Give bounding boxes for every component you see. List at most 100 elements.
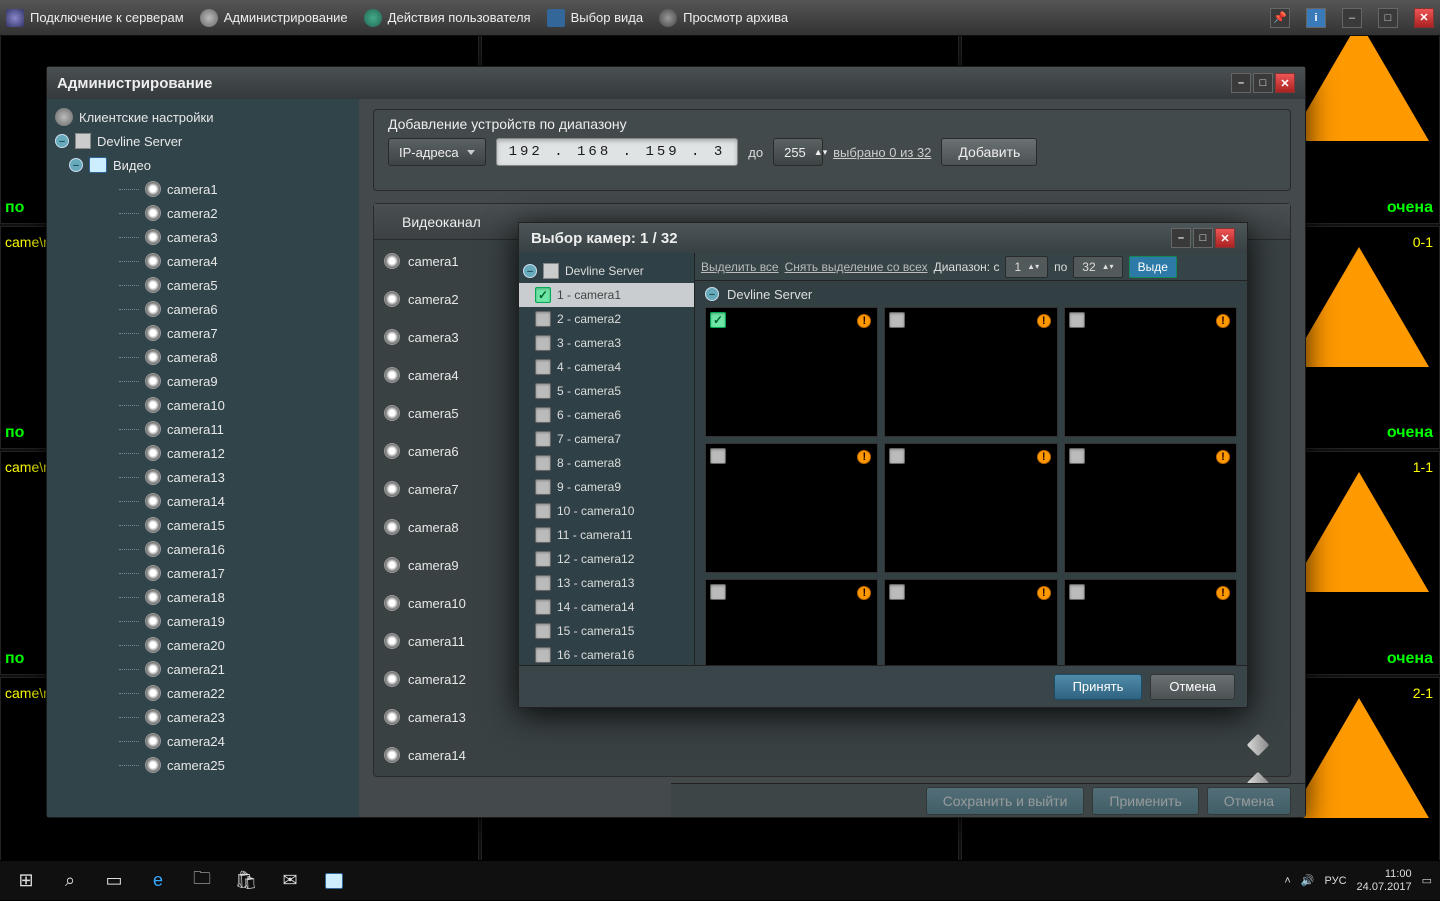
checkbox[interactable] [535,527,551,543]
checkbox[interactable] [889,312,905,328]
channel-row[interactable]: camera7 [374,470,490,508]
dlg-close-button[interactable]: ✕ [1215,228,1235,248]
tree-camera[interactable]: camera23 [49,705,359,729]
camera-thumbnail[interactable]: ! [884,443,1057,573]
collapse-icon[interactable]: – [523,264,537,278]
tb-connect[interactable]: Подключение к серверам [6,9,184,27]
tree-client-settings[interactable]: Клиентские настройки [49,105,359,129]
range-select-button[interactable]: Выде [1129,256,1177,278]
channel-row[interactable]: camera1 [374,242,490,280]
tree-camera[interactable]: camera14 [49,489,359,513]
checkbox[interactable] [535,383,551,399]
pin-button[interactable]: 📌 [1270,8,1290,28]
volume-icon[interactable]: 🔊 [1301,874,1315,887]
app-min-button[interactable]: – [1342,8,1362,28]
app-tray-icon[interactable] [312,861,356,901]
camera-thumbnail[interactable]: ✓! [705,307,878,437]
app-close-button[interactable]: ✕ [1414,8,1434,28]
store-icon[interactable]: 🛍 [224,861,268,901]
checkbox[interactable] [710,448,726,464]
camera-thumbnail[interactable]: ! [1064,307,1237,437]
lang-indicator[interactable]: РУС [1325,875,1347,887]
checkbox[interactable] [535,311,551,327]
checkbox[interactable] [535,479,551,495]
tb-archive[interactable]: Просмотр архива [659,9,788,27]
channel-row[interactable]: camera8 [374,508,490,546]
tree-camera[interactable]: camera8 [49,345,359,369]
checkbox[interactable] [1069,312,1085,328]
tree-camera[interactable]: camera9 [49,369,359,393]
tray-chevron-icon[interactable]: ˄ [1284,875,1290,887]
checkbox[interactable] [535,623,551,639]
dlg-tree-item[interactable]: 12 - camera12 [519,547,694,571]
dlg-tree-item[interactable]: 4 - camera4 [519,355,694,379]
range-from-dd[interactable]: 1▲▾ [1005,256,1048,278]
tb-view[interactable]: Выбор вида [547,9,644,27]
tree-camera[interactable]: camera21 [49,657,359,681]
channel-row[interactable]: camera12 [374,660,490,698]
checkbox[interactable]: ✓ [535,287,551,303]
deselect-link[interactable]: Снять выделение со всех [785,260,928,274]
checkbox[interactable] [1069,584,1085,600]
info-button[interactable]: i [1306,8,1326,28]
checkbox[interactable] [710,584,726,600]
tree-server[interactable]: –Devline Server [49,129,359,153]
tree-camera[interactable]: camera25 [49,753,359,777]
ip-input[interactable]: 192 . 168 . 159 . 3 [496,138,739,166]
checkbox[interactable] [889,448,905,464]
tree-camera[interactable]: camera24 [49,729,359,753]
dlg-tree-item[interactable]: 16 - camera16 [519,643,694,665]
checkbox[interactable] [889,584,905,600]
explorer-icon[interactable]: 🗀 [180,861,224,901]
channel-row[interactable]: camera5 [374,394,490,432]
dlg-tree-item[interactable]: 14 - camera14 [519,595,694,619]
cancel-button[interactable]: Отмена [1207,787,1291,815]
collapse-icon[interactable]: – [55,134,69,148]
checkbox[interactable] [535,431,551,447]
ip-to-spinner[interactable]: 255▲▾ [773,138,823,166]
channel-row[interactable]: camera10 [374,584,490,622]
select-all-link[interactable]: Выделить все [701,260,779,274]
tree-camera[interactable]: camera13 [49,465,359,489]
tree-camera[interactable]: camera19 [49,609,359,633]
dlg-tree-item[interactable]: 10 - camera10 [519,499,694,523]
channel-row[interactable]: camera4 [374,356,490,394]
tree-camera[interactable]: camera5 [49,273,359,297]
dlg-tree-item[interactable]: 7 - camera7 [519,427,694,451]
start-button[interactable]: ⊞ [4,861,48,901]
dlg-tree-item[interactable]: 15 - camera15 [519,619,694,643]
camera-thumbnail[interactable]: ! [705,443,878,573]
tree-camera[interactable]: camera2 [49,201,359,225]
camera-thumbnail[interactable]: ! [1064,443,1237,573]
tree-camera[interactable]: camera22 [49,681,359,705]
tree-camera[interactable]: camera20 [49,633,359,657]
tree-camera[interactable]: camera10 [49,393,359,417]
pencil-icon[interactable] [1247,734,1270,757]
channel-row[interactable]: camera6 [374,432,490,470]
camera-thumbnail[interactable]: ! [1064,579,1237,665]
camera-thumbnail[interactable]: ! [705,579,878,665]
app-max-button[interactable]: □ [1378,8,1398,28]
dlg-tree-item[interactable]: 2 - camera2 [519,307,694,331]
collapse-icon[interactable]: – [69,158,83,172]
tree-camera[interactable]: camera7 [49,321,359,345]
dlg-tree-item[interactable]: 6 - camera6 [519,403,694,427]
channel-row[interactable]: camera9 [374,546,490,584]
dlg-tree-item[interactable]: 11 - camera11 [519,523,694,547]
dlg-server-row[interactable]: – Devline Server [695,281,1247,307]
search-icon[interactable]: ⌕ [48,861,92,901]
tree-camera[interactable]: camera11 [49,417,359,441]
dlg-cancel-button[interactable]: Отмена [1150,674,1235,700]
range-to-dd[interactable]: 32▲▾ [1073,256,1122,278]
admin-max-button[interactable]: □ [1253,73,1273,93]
accept-button[interactable]: Принять [1054,674,1143,700]
dlg-tree-item[interactable]: 5 - camera5 [519,379,694,403]
collapse-icon[interactable]: – [705,287,719,301]
checkbox[interactable] [535,359,551,375]
checkbox[interactable] [535,599,551,615]
tree-camera[interactable]: camera1 [49,177,359,201]
dlg-tree-item[interactable]: ✓1 - camera1 [519,283,694,307]
checkbox[interactable] [535,647,551,663]
mail-icon[interactable]: ✉ [268,861,312,901]
dlg-min-button[interactable]: – [1171,228,1191,248]
